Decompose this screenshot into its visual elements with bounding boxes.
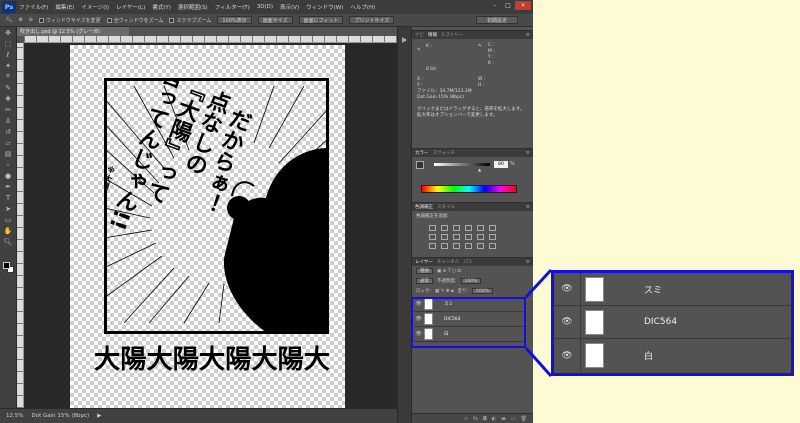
visibility-eye-icon[interactable]: 👁︎	[554, 317, 580, 327]
zoom-layer-row-dic564[interactable]: 👁︎ DIC564	[554, 306, 791, 339]
layer-name[interactable]: DIC564	[644, 317, 677, 327]
row-divider	[580, 306, 581, 339]
layer-name[interactable]: スミ	[644, 283, 662, 296]
row-divider	[580, 339, 581, 372]
visibility-eye-icon[interactable]: 👁︎	[554, 351, 580, 361]
zoom-layer-row-white[interactable]: 👁︎ 白	[554, 339, 791, 372]
layer-thumbnail	[585, 343, 604, 368]
foreground-swatch[interactable]	[3, 262, 10, 269]
visibility-eye-icon[interactable]: 👁︎	[554, 284, 580, 294]
layer-thumbnail	[585, 276, 604, 302]
layers-zoom-callout: 👁︎ スミ 👁︎ DIC564 👁︎ 白	[551, 270, 794, 376]
row-divider	[580, 273, 581, 306]
layer-name[interactable]: 白	[644, 349, 653, 362]
zoom-layer-row-sumi[interactable]: 👁︎ スミ	[554, 273, 791, 306]
layer-thumbnail	[585, 309, 604, 335]
